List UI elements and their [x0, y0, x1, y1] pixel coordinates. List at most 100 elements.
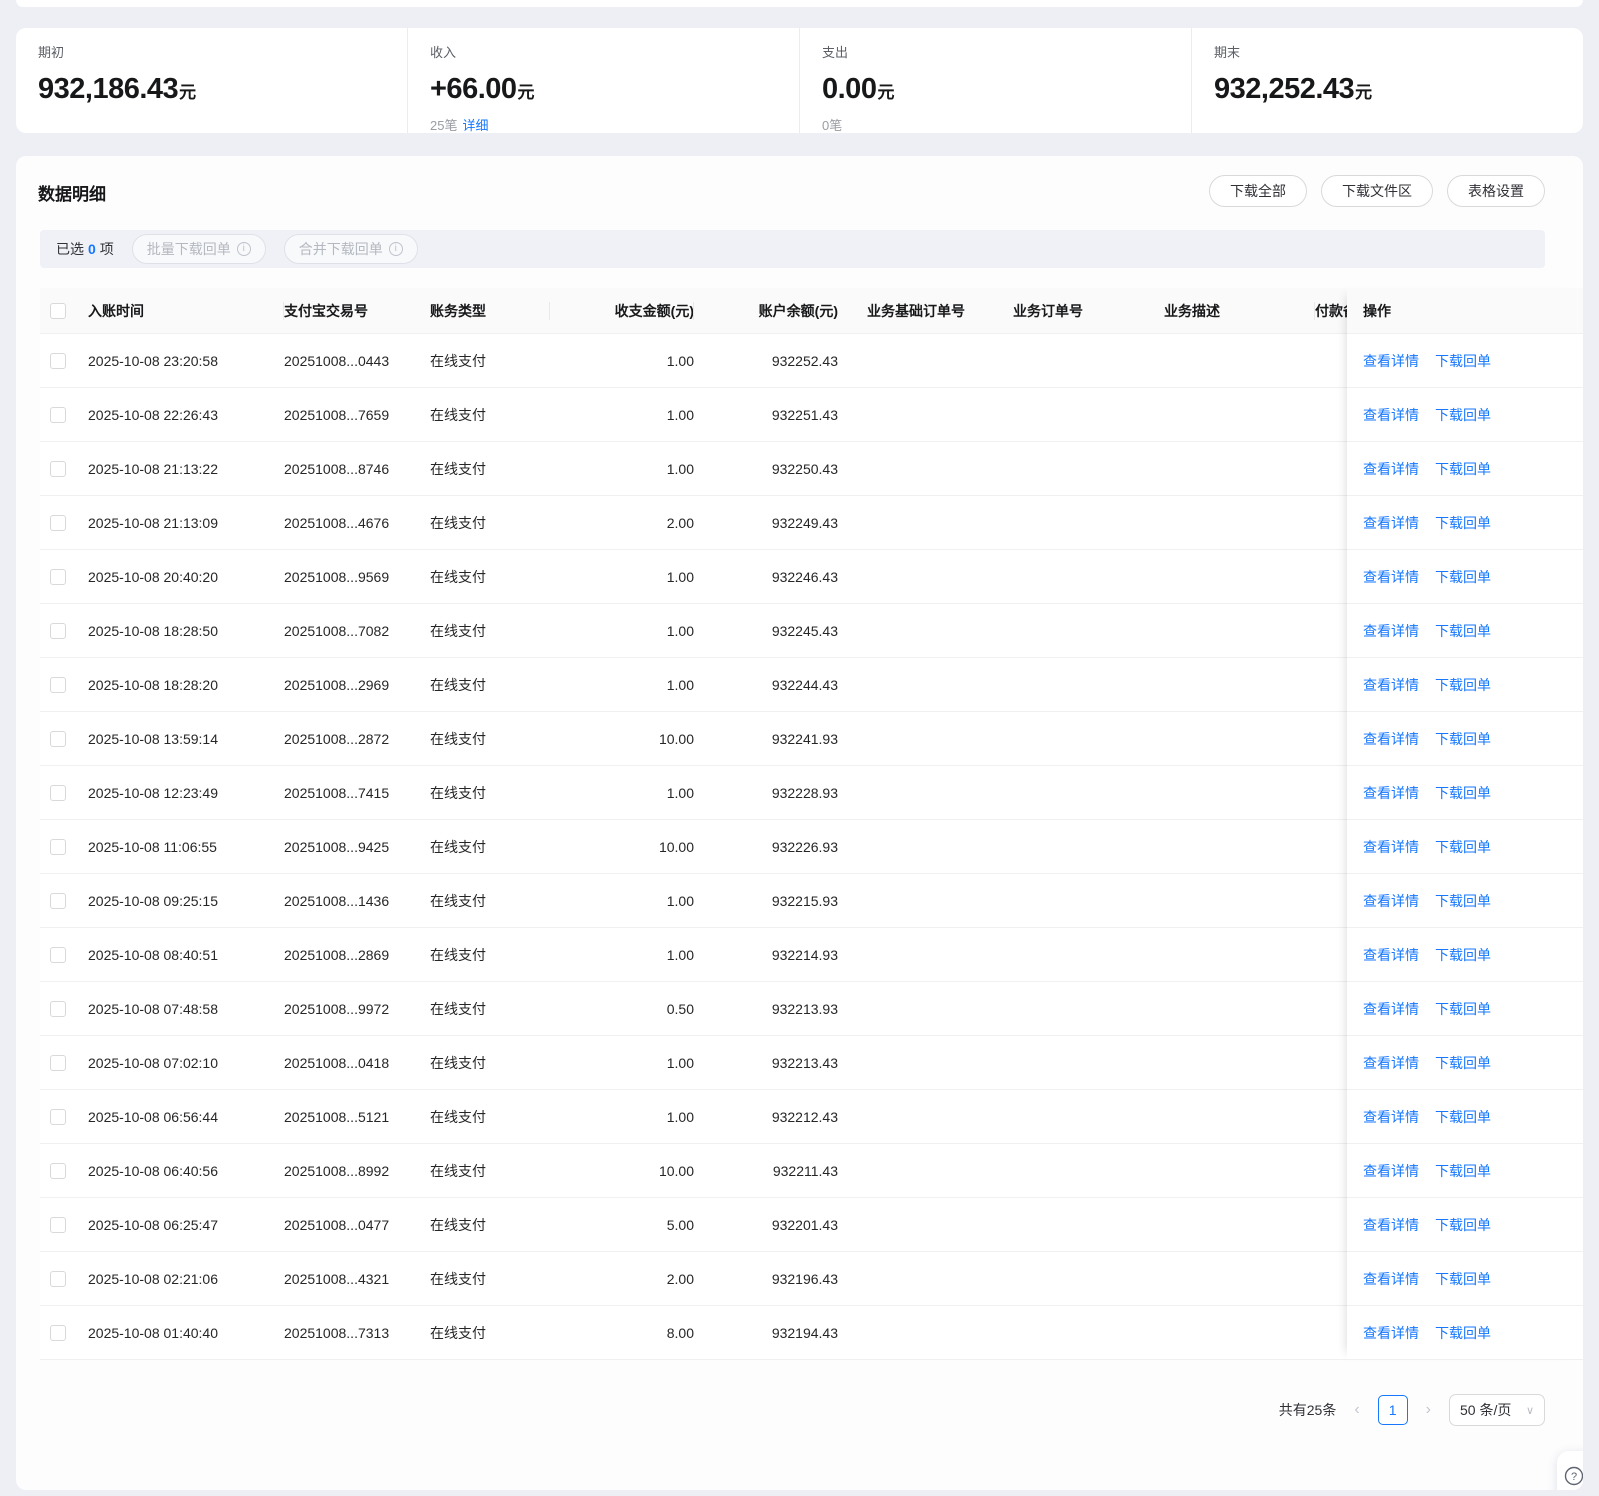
- view-detail-link[interactable]: 查看详情: [1363, 783, 1419, 803]
- view-detail-link[interactable]: 查看详情: [1363, 891, 1419, 911]
- col-header-time[interactable]: 入账时间: [88, 288, 284, 333]
- download-receipt-link[interactable]: 下载回单: [1435, 1053, 1491, 1073]
- row-checkbox[interactable]: [50, 784, 66, 801]
- download-receipt-link[interactable]: 下载回单: [1435, 783, 1491, 803]
- row-checkbox[interactable]: [50, 946, 66, 963]
- income-detail-link[interactable]: 详细: [462, 118, 488, 133]
- cell-description: [1164, 388, 1315, 441]
- cell-balance: 932244.43: [771, 676, 838, 693]
- row-checkbox[interactable]: [50, 406, 66, 423]
- download-receipt-link[interactable]: 下载回单: [1435, 891, 1491, 911]
- table-settings-button[interactable]: 表格设置: [1447, 175, 1545, 207]
- view-detail-link[interactable]: 查看详情: [1363, 999, 1419, 1019]
- prev-page-icon[interactable]: ‹: [1350, 1401, 1363, 1419]
- view-detail-link[interactable]: 查看详情: [1363, 567, 1419, 587]
- cell-account-type: 在线支付: [430, 352, 486, 369]
- view-detail-link[interactable]: 查看详情: [1363, 513, 1419, 533]
- current-page-button[interactable]: 1: [1377, 1395, 1408, 1425]
- download-all-button[interactable]: 下载全部: [1209, 175, 1307, 207]
- view-detail-link[interactable]: 查看详情: [1363, 1323, 1419, 1343]
- view-detail-link[interactable]: 查看详情: [1363, 675, 1419, 695]
- cell-time: 2025-10-08 09:25:15: [88, 892, 218, 909]
- view-detail-link[interactable]: 查看详情: [1363, 1215, 1419, 1235]
- view-detail-link[interactable]: 查看详情: [1363, 405, 1419, 425]
- row-checkbox[interactable]: [50, 676, 66, 693]
- row-checkbox[interactable]: [50, 514, 66, 531]
- row-checkbox[interactable]: [50, 730, 66, 747]
- download-receipt-link[interactable]: 下载回单: [1435, 675, 1491, 695]
- cell-txn-id: 20251008...2869: [284, 946, 390, 963]
- download-receipt-link[interactable]: 下载回单: [1435, 459, 1491, 479]
- cell-balance: 932213.43: [771, 1054, 838, 1071]
- download-receipt-link[interactable]: 下载回单: [1435, 621, 1491, 641]
- row-checkbox[interactable]: [50, 1216, 66, 1233]
- col-header-biz-order: 业务订单号: [1013, 302, 1083, 319]
- view-detail-link[interactable]: 查看详情: [1363, 621, 1419, 641]
- download-receipt-link[interactable]: 下载回单: [1435, 513, 1491, 533]
- view-detail-link[interactable]: 查看详情: [1363, 1269, 1419, 1289]
- row-checkbox[interactable]: [50, 1054, 66, 1071]
- question-circle-icon[interactable]: ?: [1564, 1466, 1583, 1486]
- fixed-action-column: 操作 查看详情 下载回单 查看详情 下载回单 查看详情 下载回单 查看详情 下载…: [1347, 288, 1583, 1360]
- row-checkbox[interactable]: [50, 1324, 66, 1341]
- download-receipt-link[interactable]: 下载回单: [1435, 1323, 1491, 1343]
- download-file-zone-button[interactable]: 下载文件区: [1321, 175, 1433, 207]
- cell-amount: 1.00: [666, 568, 694, 585]
- download-receipt-link[interactable]: 下载回单: [1435, 567, 1491, 587]
- cell-base-order: [867, 496, 1013, 549]
- cell-base-order: [867, 1306, 1013, 1359]
- row-checkbox[interactable]: [50, 1162, 66, 1179]
- row-checkbox[interactable]: [50, 352, 66, 369]
- page-size-select[interactable]: 50 条/页 ∨: [1449, 1394, 1545, 1426]
- cell-description: [1164, 334, 1315, 387]
- row-checkbox[interactable]: [50, 1000, 66, 1017]
- view-detail-link[interactable]: 查看详情: [1363, 1107, 1419, 1127]
- download-receipt-link[interactable]: 下载回单: [1435, 837, 1491, 857]
- download-receipt-link[interactable]: 下载回单: [1435, 405, 1491, 425]
- action-row: 查看详情 下载回单: [1347, 1090, 1583, 1144]
- download-receipt-link[interactable]: 下载回单: [1435, 1107, 1491, 1127]
- row-checkbox[interactable]: [50, 622, 66, 639]
- cell-txn-id: 20251008...8992: [284, 1162, 390, 1179]
- row-checkbox[interactable]: [50, 1270, 66, 1287]
- action-row: 查看详情 下载回单: [1347, 874, 1583, 928]
- view-detail-link[interactable]: 查看详情: [1363, 729, 1419, 749]
- row-checkbox-cell: [40, 550, 88, 603]
- row-checkbox[interactable]: [50, 1108, 66, 1125]
- row-checkbox[interactable]: [50, 460, 66, 477]
- cell-description: [1164, 820, 1315, 873]
- cell-txn-id: 20251008...5121: [284, 1108, 390, 1125]
- view-detail-link[interactable]: 查看详情: [1363, 945, 1419, 965]
- download-receipt-link[interactable]: 下载回单: [1435, 1215, 1491, 1235]
- row-checkbox-cell: [40, 1036, 88, 1089]
- download-receipt-link[interactable]: 下载回单: [1435, 351, 1491, 371]
- download-receipt-link[interactable]: 下载回单: [1435, 1269, 1491, 1289]
- download-receipt-link[interactable]: 下载回单: [1435, 1161, 1491, 1181]
- cell-base-order: [867, 712, 1013, 765]
- view-detail-link[interactable]: 查看详情: [1363, 1053, 1419, 1073]
- view-detail-link[interactable]: 查看详情: [1363, 1161, 1419, 1181]
- cell-time: 2025-10-08 12:23:49: [88, 784, 218, 801]
- download-receipt-link[interactable]: 下载回单: [1435, 999, 1491, 1019]
- col-header-txn-id: 支付宝交易号: [284, 302, 368, 319]
- cell-description: [1164, 658, 1315, 711]
- summary-card: 期初 932,186.43元 收入 +66.00元 25笔 详细 支出 0.00元…: [16, 28, 1583, 133]
- row-checkbox[interactable]: [50, 568, 66, 585]
- cell-balance: 932214.93: [771, 946, 838, 963]
- download-receipt-link[interactable]: 下载回单: [1435, 945, 1491, 965]
- batch-download-receipt-button[interactable]: 批量下载回单 i: [131, 234, 266, 264]
- row-checkbox[interactable]: [50, 892, 66, 909]
- select-all-checkbox[interactable]: [50, 302, 66, 319]
- view-detail-link[interactable]: 查看详情: [1363, 837, 1419, 857]
- download-receipt-link[interactable]: 下载回单: [1435, 729, 1491, 749]
- view-detail-link[interactable]: 查看详情: [1363, 459, 1419, 479]
- cell-biz-order: [1013, 766, 1164, 819]
- cell-txn-id: 20251008...9972: [284, 1000, 390, 1017]
- cell-balance: 932250.43: [771, 460, 838, 477]
- cell-description: [1164, 550, 1315, 603]
- view-detail-link[interactable]: 查看详情: [1363, 351, 1419, 371]
- merge-download-receipt-button[interactable]: 合并下载回单 i: [283, 234, 418, 264]
- cell-base-order: [867, 658, 1013, 711]
- row-checkbox[interactable]: [50, 838, 66, 855]
- next-page-icon[interactable]: ›: [1422, 1401, 1435, 1419]
